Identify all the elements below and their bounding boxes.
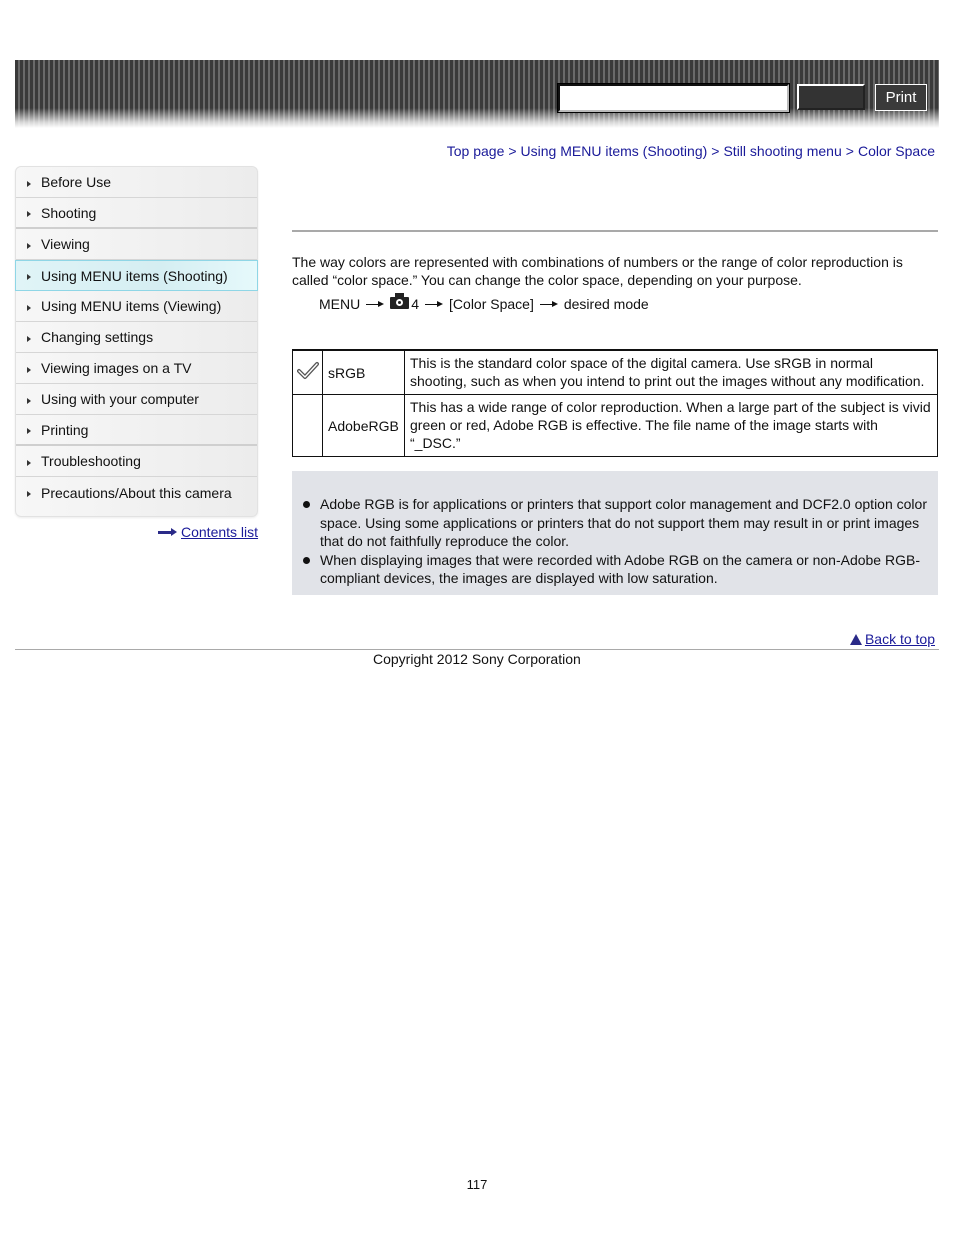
sidebar-item-label: Changing settings [41, 329, 154, 345]
notes-list: Adobe RGB is for applications or printer… [302, 495, 928, 588]
breadcrumb-separator: > [508, 143, 517, 159]
breadcrumb: Top page > Using MENU items (Shooting) > Sti… [447, 143, 935, 159]
sidebar-item-shooting[interactable]: Shooting [16, 198, 257, 229]
search-input[interactable] [557, 83, 790, 113]
arrow-right-icon [366, 300, 385, 308]
sidebar-item-viewing-on-tv[interactable]: Viewing images on a TV [16, 353, 257, 384]
sidebar-item-label: Using with your computer [41, 391, 199, 407]
menu-path: MENU 4 [Color Space] desired mode [319, 293, 649, 312]
option-description: This is the standard color space of the … [404, 349, 938, 395]
checkmark-icon [296, 361, 319, 379]
intro-text: The way colors are represented with comb… [292, 254, 903, 288]
notes-box: Adobe RGB is for applications or printer… [292, 471, 938, 595]
sidebar-item-using-menu-shooting[interactable]: Using MENU items (Shooting) [15, 260, 258, 291]
arrow-right-icon [539, 300, 558, 308]
sidebar-item-label: Before Use [41, 174, 112, 190]
triangle-right-icon [27, 491, 31, 497]
sidebar-nav: Before Use Shooting Viewing Using MENU i… [15, 166, 258, 517]
sidebar-item-label: Printing [41, 421, 89, 438]
triangle-up-icon [849, 633, 862, 645]
default-cell [292, 394, 323, 457]
sidebar-item-label: Using MENU items (Viewing) [41, 298, 222, 314]
print-button[interactable]: Print [875, 84, 927, 111]
menu-path-tab: 4 [411, 296, 420, 312]
contents-list-link[interactable]: Contents list [158, 524, 258, 540]
sidebar-item-label: Shooting [41, 204, 97, 221]
copyright-text: Copyright 2012 Sony Corporation [373, 651, 581, 667]
sidebar-item-printing[interactable]: Printing [16, 415, 257, 446]
menu-path-menu: MENU [319, 296, 361, 312]
breadcrumb-separator: > [845, 143, 854, 159]
sidebar-item-using-with-computer[interactable]: Using with your computer [16, 384, 257, 415]
sidebar-item-label: Troubleshooting [41, 453, 141, 469]
menu-path-item: [Color Space] [449, 296, 534, 312]
back-to-top-label: Back to top [864, 631, 935, 647]
sidebar-item-troubleshooting[interactable]: Troubleshooting [16, 446, 257, 477]
title-divider [292, 230, 938, 232]
arrow-right-icon [425, 300, 444, 308]
back-to-top-link[interactable]: Back to top [849, 631, 935, 647]
sidebar-item-using-menu-viewing[interactable]: Using MENU items (Viewing) [16, 291, 257, 322]
sidebar-item-label: Viewing [41, 236, 90, 252]
camera-icon [390, 293, 410, 309]
sidebar-item-changing-settings[interactable]: Changing settings [16, 322, 257, 353]
sidebar-item-label: Using MENU items (Shooting) [41, 267, 228, 284]
sidebar-item-precautions[interactable]: Precautions/About this camera [16, 477, 257, 508]
triangle-right-icon [27, 304, 31, 311]
triangle-right-icon [27, 366, 31, 373]
breadcrumb-top-page[interactable]: Top page [447, 143, 505, 159]
option-name: AdobeRGB [322, 394, 405, 457]
menu-path-target: desired mode [563, 296, 649, 312]
arrow-right-icon [158, 527, 178, 537]
table-row: AdobeRGB This has a wide range of color … [292, 394, 938, 457]
triangle-right-icon [27, 335, 31, 342]
breadcrumb-separator: > [711, 143, 720, 159]
triangle-right-icon [27, 180, 31, 187]
option-name: sRGB [322, 349, 405, 395]
triangle-right-icon [27, 242, 31, 249]
breadcrumb-still-shooting-menu[interactable]: Still shooting menu [723, 143, 841, 159]
options-table: sRGB This is the standard color space of… [292, 349, 938, 457]
default-cell [292, 349, 323, 395]
sidebar-item-viewing[interactable]: Viewing [16, 229, 257, 260]
table-row: sRGB This is the standard color space of… [292, 349, 938, 395]
option-description: This has a wide range of color reproduct… [404, 394, 938, 457]
triangle-right-icon [27, 397, 31, 404]
breadcrumb-color-space[interactable]: Color Space [858, 143, 935, 159]
note-item: Adobe RGB is for applications or printer… [302, 495, 928, 551]
breadcrumb-using-menu-shooting[interactable]: Using MENU items (Shooting) [521, 143, 708, 159]
contents-list-label: Contents list [181, 524, 259, 540]
footer-divider [15, 649, 939, 650]
sidebar-item-before-use[interactable]: Before Use [16, 167, 257, 198]
triangle-right-icon [27, 459, 31, 466]
note-item: When displaying images that were recorde… [302, 551, 928, 588]
sidebar-item-label: Viewing images on a TV [41, 360, 192, 376]
page-number: 117 [466, 1177, 488, 1192]
search-button[interactable] [797, 84, 865, 110]
sidebar-item-label: Precautions/About this camera [41, 484, 232, 501]
triangle-right-icon [27, 211, 31, 217]
triangle-right-icon [27, 428, 31, 434]
triangle-right-icon [27, 274, 31, 280]
